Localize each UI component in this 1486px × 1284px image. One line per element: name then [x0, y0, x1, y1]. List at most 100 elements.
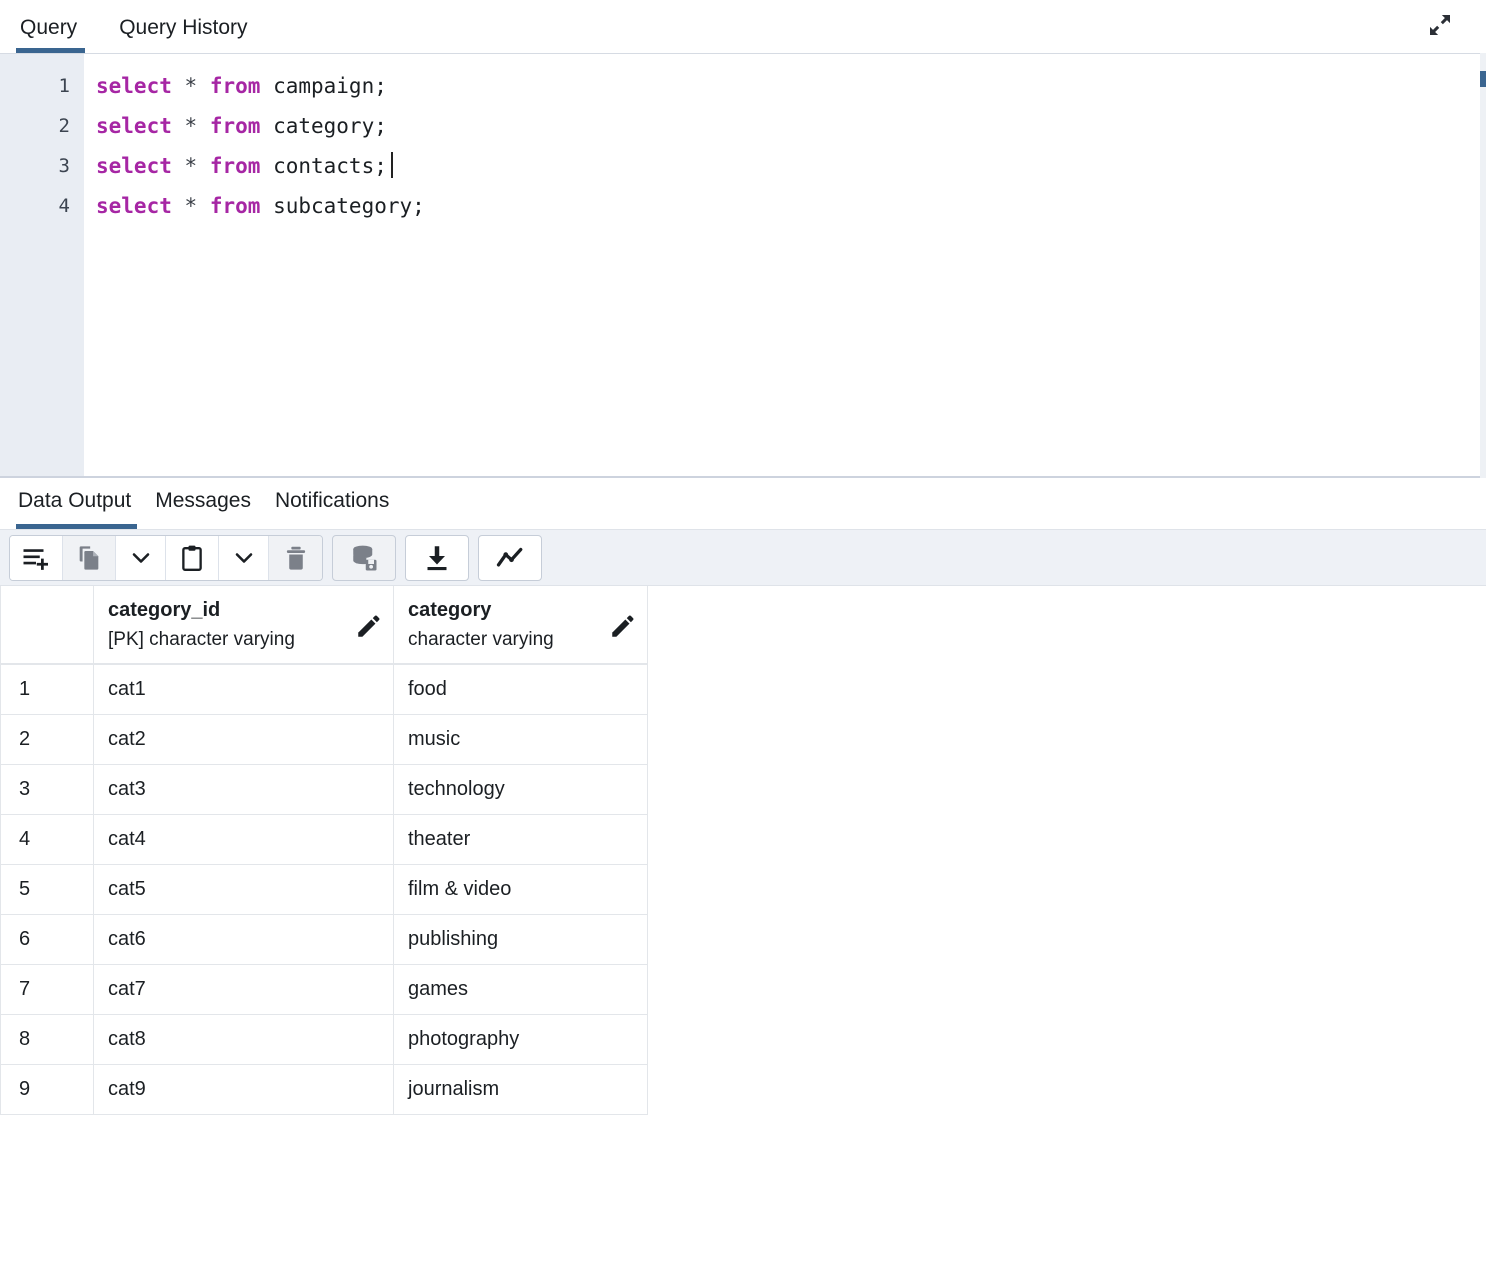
row-number: 2 [0, 714, 94, 765]
sql-star: * [184, 194, 198, 218]
text-cursor [390, 152, 393, 178]
sql-keyword: select [96, 74, 172, 98]
scrollbar-thumb[interactable] [1480, 71, 1486, 87]
sql-editor[interactable]: 1 2 3 4 select * from campaign; select *… [0, 53, 1480, 476]
cell-category-id[interactable]: cat2 [93, 714, 394, 765]
sql-keyword: from [209, 74, 261, 98]
delete-row-button[interactable] [269, 535, 322, 580]
grid-toolbar [0, 530, 1486, 586]
cell-category-id[interactable]: cat8 [93, 1014, 394, 1065]
column-type: [PK] character varying [108, 628, 295, 650]
row-number: 9 [0, 1064, 94, 1115]
column-name: category_id [108, 598, 221, 621]
code-line: select * from contacts; [96, 146, 1480, 186]
table-row[interactable]: 7 cat7 games [0, 964, 648, 1015]
results-table-head: category_id [PK] character varying categ… [0, 586, 648, 665]
row-number: 7 [0, 964, 94, 1015]
table-row[interactable]: 3 cat3 technology [0, 764, 648, 815]
paste-options-chevron-down-icon[interactable] [219, 535, 269, 580]
cell-category[interactable]: theater [393, 814, 648, 865]
results-table: category_id [PK] character varying categ… [0, 586, 648, 1115]
cell-category[interactable]: music [393, 714, 648, 765]
table-row[interactable]: 8 cat8 photography [0, 1014, 648, 1065]
table-row[interactable]: 5 cat5 film & video [0, 864, 648, 915]
sql-table-name: subcategory; [273, 194, 425, 218]
row-number: 5 [0, 864, 94, 915]
save-data-changes-button[interactable] [332, 534, 396, 581]
table-row[interactable]: 9 cat9 journalism [0, 1064, 648, 1115]
output-tabbar: Data Output Messages Notifications [0, 478, 1486, 530]
cell-category-id[interactable]: cat6 [93, 914, 394, 965]
results-table-body: 1 cat1 food 2 cat2 music 3 cat3 technolo… [0, 664, 648, 1115]
table-row[interactable]: 2 cat2 music [0, 714, 648, 765]
row-number: 8 [0, 1014, 94, 1065]
graph-visualiser-button[interactable] [478, 534, 542, 581]
add-row-button[interactable] [10, 535, 63, 580]
table-row[interactable]: 4 cat4 theater [0, 814, 648, 865]
pencil-icon[interactable] [355, 614, 381, 640]
tab-query-label: Query [20, 16, 78, 39]
cell-category[interactable]: film & video [393, 864, 648, 915]
line-number: 2 [58, 115, 70, 137]
sql-table-name: category; [273, 114, 387, 138]
query-editor-panel: Query Query History 1 2 3 4 select * fro… [0, 0, 1486, 478]
download-csv-button[interactable] [405, 534, 469, 581]
edit-button-group [9, 534, 323, 581]
paste-button[interactable] [166, 535, 219, 580]
cell-category[interactable]: journalism [393, 1064, 648, 1115]
sql-keyword: select [96, 114, 172, 138]
data-output-panel: Data Output Messages Notifications categ… [0, 478, 1486, 1284]
column-header-category[interactable]: category character varying [393, 586, 648, 665]
query-tabbar: Query Query History [0, 0, 1486, 53]
cell-category-id[interactable]: cat9 [93, 1064, 394, 1115]
cell-category-id[interactable]: cat4 [93, 814, 394, 865]
table-header-row: category_id [PK] character varying categ… [0, 586, 648, 665]
tab-query-history[interactable]: Query History [95, 9, 265, 53]
column-type: character varying [408, 628, 554, 650]
tab-data-output[interactable]: Data Output [16, 484, 153, 529]
row-number: 4 [0, 814, 94, 865]
sql-code-area[interactable]: select * from campaign; select * from ca… [84, 54, 1480, 476]
tab-messages-label: Messages [155, 489, 251, 512]
sql-keyword: from [209, 114, 261, 138]
results-grid[interactable]: category_id [PK] character varying categ… [0, 586, 1486, 1284]
cell-category-id[interactable]: cat7 [93, 964, 394, 1015]
tab-data-output-label: Data Output [18, 489, 132, 512]
line-number: 1 [58, 75, 70, 97]
row-number: 1 [0, 664, 94, 715]
sql-keyword: from [209, 194, 261, 218]
table-row[interactable]: 6 cat6 publishing [0, 914, 648, 965]
cell-category-id[interactable]: cat5 [93, 864, 394, 915]
tab-messages[interactable]: Messages [153, 484, 273, 529]
tab-notifications[interactable]: Notifications [273, 484, 411, 529]
column-header-category-id[interactable]: category_id [PK] character varying [93, 586, 394, 665]
cell-category[interactable]: technology [393, 764, 648, 815]
sql-keyword: from [209, 154, 261, 178]
editor-vertical-scrollbar[interactable] [1480, 53, 1486, 478]
line-number-gutter: 1 2 3 4 [0, 54, 84, 476]
expand-diagonal-icon[interactable] [1420, 8, 1460, 42]
sql-star: * [184, 74, 198, 98]
cell-category[interactable]: photography [393, 1014, 648, 1065]
copy-options-chevron-down-icon[interactable] [116, 535, 166, 580]
rownum-header [0, 586, 94, 665]
cell-category[interactable]: games [393, 964, 648, 1015]
pgadmin-query-tool: Query Query History 1 2 3 4 select * fro… [0, 0, 1486, 1284]
table-row[interactable]: 1 cat1 food [0, 664, 648, 715]
sql-keyword: select [96, 194, 172, 218]
sql-star: * [184, 114, 198, 138]
cell-category[interactable]: food [393, 664, 648, 715]
line-number: 4 [58, 195, 70, 217]
row-number: 3 [0, 764, 94, 815]
line-number: 3 [58, 155, 70, 177]
copy-button[interactable] [63, 535, 116, 580]
cell-category-id[interactable]: cat1 [93, 664, 394, 715]
tab-query[interactable]: Query [16, 9, 95, 53]
cell-category-id[interactable]: cat3 [93, 764, 394, 815]
cell-category[interactable]: publishing [393, 914, 648, 965]
sql-keyword: select [96, 154, 172, 178]
code-line: select * from campaign; [96, 66, 1480, 106]
sql-table-name: contacts; [273, 154, 387, 178]
code-line: select * from category; [96, 106, 1480, 146]
pencil-icon[interactable] [609, 614, 635, 640]
